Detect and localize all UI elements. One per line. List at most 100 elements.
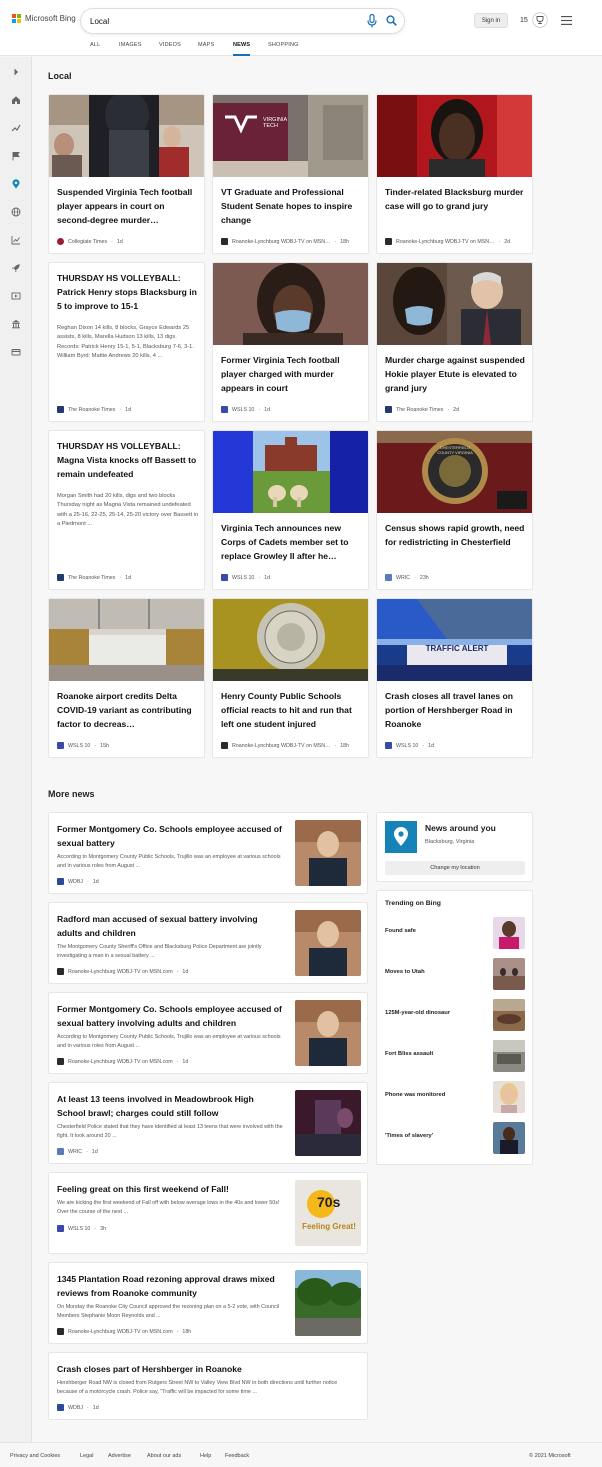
news-card[interactable]: VIRGINIA TECH VT Graduate and Profession… — [212, 94, 369, 254]
trending-item[interactable]: 'Times of slavery' — [385, 1122, 525, 1154]
news-list-item[interactable]: At least 13 teens involved in Meadowbroo… — [48, 1082, 368, 1164]
news-headline[interactable]: Former Montgomery Co. Schools employee a… — [57, 1002, 282, 1030]
rewards-trophy-icon[interactable] — [532, 12, 548, 28]
change-location-button[interactable]: Change my location — [385, 861, 525, 875]
tab-maps[interactable]: MAPS — [198, 42, 214, 54]
news-headline[interactable]: Crash closes part of Hershberger in Roan… — [57, 1362, 357, 1376]
credit-card-icon[interactable] — [11, 347, 21, 357]
news-card[interactable]: CHESTERFIELD COUNTY VIRGINIA Census show… — [376, 430, 533, 590]
footer-link-about-ads[interactable]: About our ads — [147, 1453, 181, 1459]
trending-item[interactable]: Phone was monitored — [385, 1081, 525, 1113]
news-card[interactable]: THURSDAY HS VOLLEYBALL: Magna Vista knoc… — [48, 430, 205, 590]
video-icon[interactable] — [11, 291, 21, 301]
microphone-icon[interactable] — [367, 14, 377, 28]
hamburger-menu-icon[interactable] — [561, 16, 572, 25]
vt-banner-image — [213, 95, 368, 177]
capitol-building-icon[interactable] — [11, 319, 21, 329]
airport-terminal-image — [49, 599, 204, 681]
rocket-icon[interactable] — [11, 263, 21, 273]
trending-item-label[interactable]: Phone was monitored — [385, 1092, 445, 1098]
source-logo-icon — [57, 406, 64, 413]
news-list-item[interactable]: Radford man accused of sexual battery in… — [48, 902, 368, 984]
card-headline[interactable]: VT Graduate and Professional Student Sen… — [221, 185, 363, 227]
sign-in-button[interactable]: Sign in — [474, 13, 508, 28]
news-card[interactable]: Former Virginia Tech football player cha… — [212, 262, 369, 422]
location-name: Blacksburg, Virginia — [425, 839, 475, 845]
tab-shopping[interactable]: SHOPPING — [268, 42, 299, 54]
news-headline[interactable]: 1345 Plantation Road rezoning approval d… — [57, 1272, 282, 1300]
source-logo-icon — [57, 1225, 64, 1232]
news-list-item[interactable]: 1345 Plantation Road rezoning approval d… — [48, 1262, 368, 1344]
source-logo-icon — [221, 574, 228, 581]
trending-item-label[interactable]: Found safe — [385, 928, 416, 934]
expand-chevron-icon[interactable] — [11, 67, 21, 77]
news-list-item[interactable]: Crash closes part of Hershberger in Roan… — [48, 1352, 368, 1420]
card-headline[interactable]: Crash closes all travel lanes on portion… — [385, 689, 527, 731]
card-headline[interactable]: THURSDAY HS VOLLEYBALL: Patrick Henry st… — [57, 271, 199, 313]
card-headline[interactable]: Former Virginia Tech football player cha… — [221, 353, 363, 395]
source-logo-icon — [385, 238, 392, 245]
card-headline[interactable]: Murder charge against suspended Hokie pl… — [385, 353, 527, 395]
card-headline[interactable]: THURSDAY HS VOLLEYBALL: Magna Vista knoc… — [57, 439, 199, 481]
trending-icon[interactable] — [11, 123, 21, 133]
source-logo-icon — [57, 574, 64, 581]
trending-item[interactable]: Found safe — [385, 917, 525, 949]
tab-all[interactable]: ALL — [90, 42, 100, 54]
card-headline[interactable]: Tinder-related Blacksburg murder case wi… — [385, 185, 527, 213]
trending-item-label[interactable]: Fort Bliss assault — [385, 1051, 433, 1057]
bing-logo[interactable]: Microsoft Bing — [12, 14, 76, 23]
news-card[interactable]: THURSDAY HS VOLLEYBALL: Patrick Henry st… — [48, 262, 205, 422]
footer-link-advertise[interactable]: Advertise — [108, 1453, 131, 1459]
news-headline[interactable]: Radford man accused of sexual battery in… — [57, 912, 282, 940]
chart-icon[interactable] — [11, 235, 21, 245]
news-card[interactable]: Henry County Public Schools official rea… — [212, 598, 369, 758]
card-source: Roanoke-Lynchburg WDBJ-TV on MSN… · 18h — [221, 238, 349, 245]
tab-videos[interactable]: VIDEOS — [159, 42, 181, 54]
card-headline[interactable]: Suspended Virginia Tech football player … — [57, 185, 199, 227]
article-age: 1d — [91, 1148, 98, 1155]
news-list-item[interactable]: Former Montgomery Co. Schools employee a… — [48, 992, 368, 1074]
news-card[interactable]: Tinder-related Blacksburg murder case wi… — [376, 94, 533, 254]
news-list-item[interactable]: Feeling great on this first weekend of F… — [48, 1172, 368, 1254]
footer-link-legal[interactable]: Legal — [80, 1453, 93, 1459]
news-card[interactable]: Virginia Tech announces new Corps of Cad… — [212, 430, 369, 590]
search-input[interactable] — [90, 13, 350, 29]
trending-item[interactable]: Moves to Utah — [385, 958, 525, 990]
trending-item-label[interactable]: 'Times of slavery' — [385, 1133, 433, 1139]
article-age: 1d — [182, 968, 189, 975]
trending-item-label[interactable]: 125M-year-old dinosaur — [385, 1010, 450, 1016]
tab-news[interactable]: NEWS — [233, 42, 251, 56]
card-headline[interactable]: Census shows rapid growth, need for redi… — [385, 521, 527, 549]
card-headline[interactable]: Virginia Tech announces new Corps of Cad… — [221, 521, 363, 563]
news-headline[interactable]: At least 13 teens involved in Meadowbroo… — [57, 1092, 282, 1120]
weather-temp-text: 70s — [317, 1194, 341, 1210]
source-logo-icon — [385, 406, 392, 413]
news-card[interactable]: Suspended Virginia Tech football player … — [48, 94, 205, 254]
news-snippet: We are kicking the first weekend of Fall… — [57, 1200, 280, 1216]
footer-link-feedback[interactable]: Feedback — [225, 1453, 249, 1459]
tab-images[interactable]: IMAGES — [119, 42, 142, 54]
footer-link-privacy[interactable]: Privacy and Cookies — [10, 1453, 60, 1459]
rewards-count[interactable]: 15 — [520, 17, 528, 24]
globe-icon[interactable] — [11, 207, 21, 217]
footer-link-help[interactable]: Help — [200, 1453, 211, 1459]
news-card[interactable]: TRAFFIC ALERT Crash closes all travel la… — [376, 598, 533, 758]
card-headline[interactable]: Roanoke airport credits Delta COVID-19 v… — [57, 689, 199, 731]
flag-icon[interactable] — [11, 151, 21, 161]
news-headline[interactable]: Former Montgomery Co. Schools employee a… — [57, 822, 282, 850]
trending-item-label[interactable]: Moves to Utah — [385, 969, 425, 975]
news-list-item[interactable]: Former Montgomery Co. Schools employee a… — [48, 812, 368, 894]
home-icon[interactable] — [11, 95, 21, 105]
source-logo-icon — [221, 238, 228, 245]
location-pin-icon[interactable] — [11, 179, 21, 189]
trending-item[interactable]: 125M-year-old dinosaur — [385, 999, 525, 1031]
news-around-you-panel: News around you Blacksburg, Virginia Cha… — [376, 812, 533, 882]
card-headline[interactable]: Henry County Public Schools official rea… — [221, 689, 363, 731]
news-card[interactable]: Roanoke airport credits Delta COVID-19 v… — [48, 598, 205, 758]
header: Microsoft Bing Sign in 15 ALL IMAGES VID… — [0, 0, 602, 56]
news-card[interactable]: Murder charge against suspended Hokie pl… — [376, 262, 533, 422]
location-pin-icon — [385, 821, 417, 853]
search-icon[interactable] — [386, 15, 397, 26]
trending-item[interactable]: Fort Bliss assault — [385, 1040, 525, 1072]
news-headline[interactable]: Feeling great on this first weekend of F… — [57, 1182, 282, 1196]
